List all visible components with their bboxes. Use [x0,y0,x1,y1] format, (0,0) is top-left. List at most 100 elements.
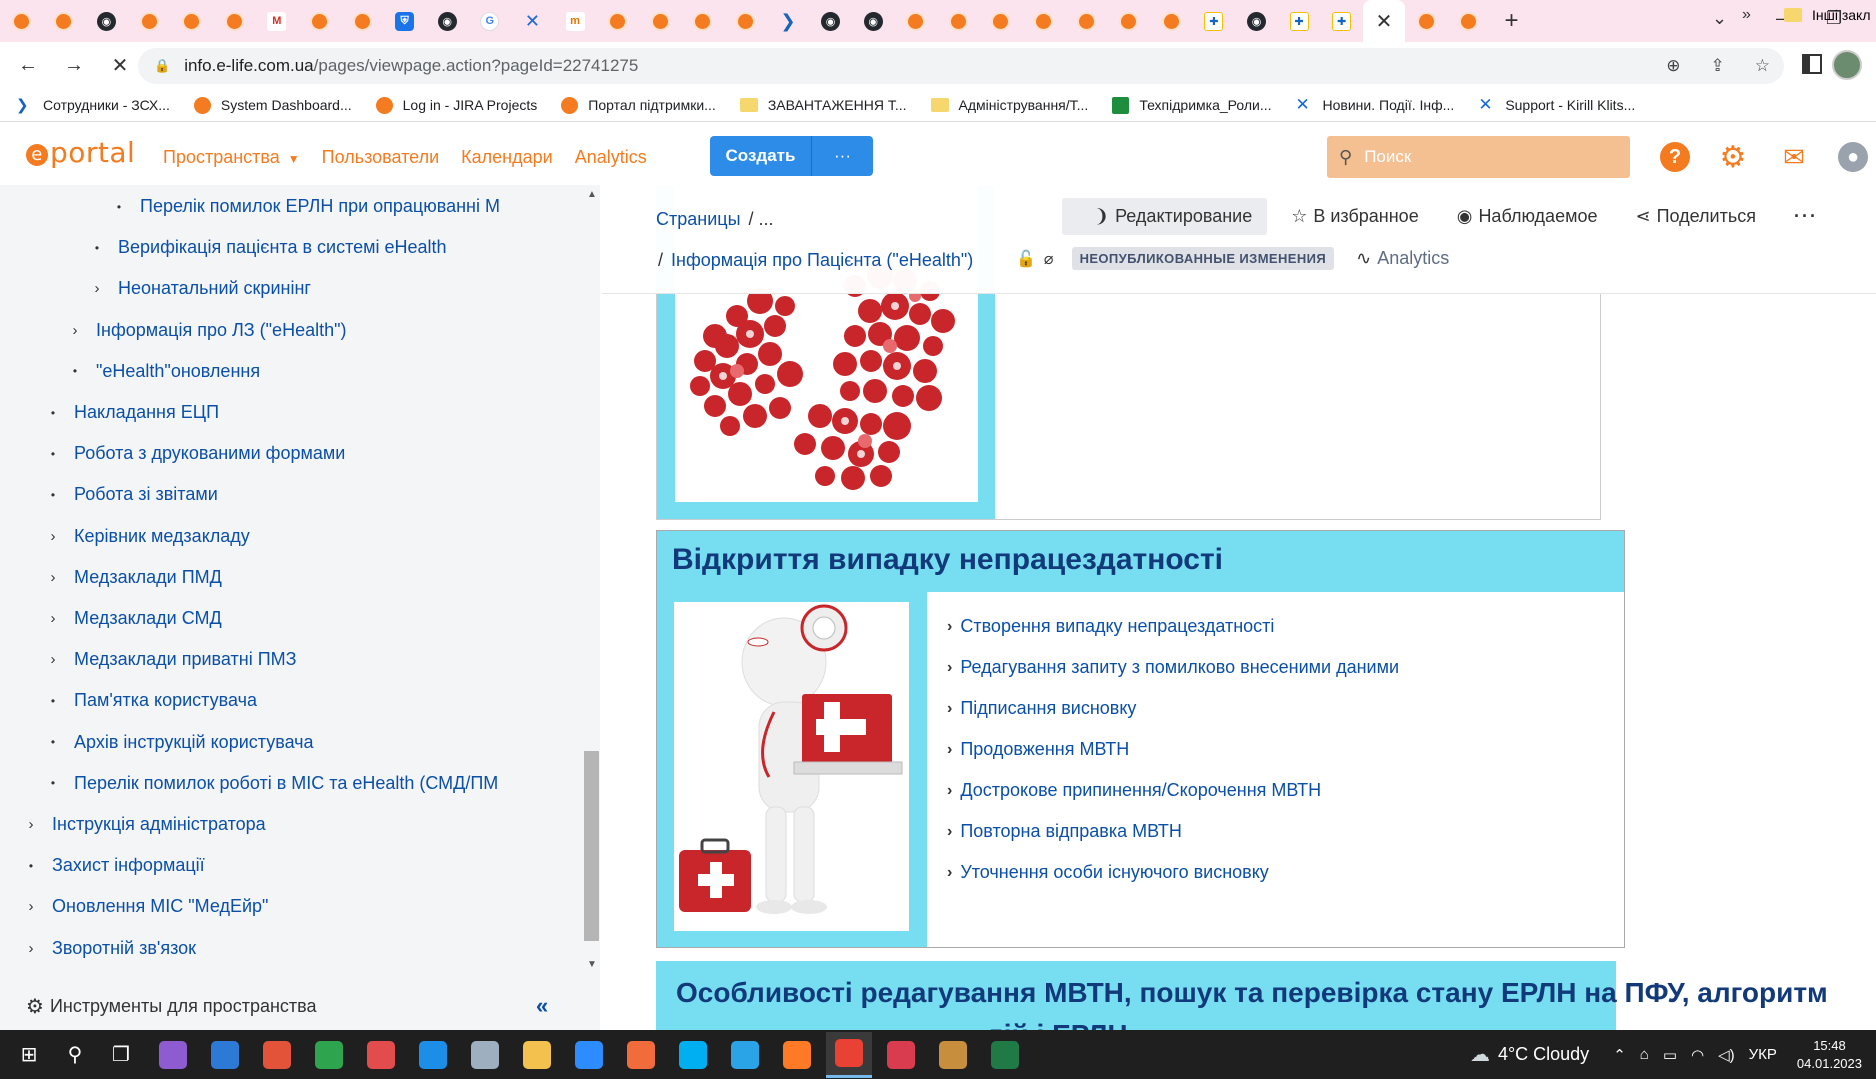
sidebar-tree-item[interactable]: › Керівник медзакладу [44,526,250,547]
browser-tab[interactable] [341,0,384,42]
sidebar-tree-item[interactable]: › Медзаклади СМД [44,608,222,629]
bookmark-item[interactable]: System Dashboard... [193,96,352,114]
sidebar-scrollbar[interactable]: ▲ ▼ [582,185,600,975]
browser-tab[interactable] [298,0,341,42]
section-link[interactable]: › Повторна відправка МВТН [947,811,1399,852]
feather-app-icon[interactable] [150,1032,196,1078]
network-icon[interactable]: ⌂ [1640,1046,1649,1063]
sidebar-tree-item[interactable]: • Верифікація пацієнта в системі eHealth [88,237,447,258]
app-icon[interactable] [254,1032,300,1078]
sidebar-tree-item[interactable]: › Інформація про ЛЗ ("eHealth") [66,320,347,341]
sidebar-tree-item[interactable]: › Медзаклади приватні ПМЗ [44,649,297,670]
nav-calendars[interactable]: Календари [461,147,553,168]
app-icon[interactable] [878,1032,924,1078]
browser-tab[interactable] [0,0,43,42]
skype-icon[interactable] [670,1032,716,1078]
settings-gear-icon[interactable]: ⚙ [1718,141,1748,174]
weather-widget[interactable]: 4°C Cloudy [1498,1044,1589,1065]
sidebar-tree-item[interactable]: • Архів інструкцій користувача [44,732,314,753]
app-icon[interactable] [202,1032,248,1078]
unpublished-changes-badge[interactable]: НЕОПУБЛИКОВАННЫЕ ИЗМЕНЕНИЯ [1071,247,1335,270]
browser-tab[interactable]: ◉ [426,0,469,42]
sidebar-tree-item[interactable]: › Медзаклади ПМД [44,567,222,588]
chevron-right-icon[interactable]: › [22,940,40,957]
section-link[interactable]: › Продовження МВТН [947,729,1399,770]
browser-tab[interactable]: ✚ [1278,0,1321,42]
file-explorer-icon[interactable] [514,1032,560,1078]
browser-tab[interactable] [213,0,256,42]
bookmark-item[interactable]: ✕ Новини. Події. Інф... [1296,95,1455,114]
browser-tab[interactable] [1405,0,1448,42]
eportal-logo[interactable]: e portal [26,136,135,169]
back-button[interactable]: ← [8,54,48,77]
browser-tab[interactable]: ✚ [1193,0,1236,42]
section-link[interactable]: › Створення випадку непрацездатності [947,606,1399,647]
battery-icon[interactable]: ▭ [1663,1046,1677,1064]
bookmark-item[interactable]: Адміністрування/Т... [930,97,1088,113]
task-view-icon[interactable]: ❐ [98,1032,144,1078]
active-tab-close-button[interactable]: ✕ [1363,0,1405,42]
browser-tab[interactable]: ✚ [1320,0,1363,42]
browser-tab[interactable]: ❯ [767,0,810,42]
search-box[interactable]: ⚲ [1327,136,1630,178]
space-tools[interactable]: ⚙ Инструменты для пространства [26,994,317,1019]
bookmark-item[interactable]: ❯ Сотрудники - ЗСХ... [16,97,170,114]
stop-loading-button[interactable]: ✕ [100,53,140,78]
zoom-icon[interactable]: ⊕ [1666,56,1680,76]
watch-button[interactable]: ◉ Наблюдаемое [1457,206,1598,227]
browser-tab[interactable] [43,0,86,42]
lock-icon[interactable]: 🔒 [154,58,170,74]
app-icon[interactable] [618,1032,664,1078]
browser-tab[interactable]: M [256,0,299,42]
chevron-right-icon[interactable]: › [44,651,62,668]
sidebar-tree-item[interactable]: › Оновлення МІС "МедЕйр" [22,896,269,917]
section-link[interactable]: › Редагування запиту з помилково внесеним… [947,647,1399,688]
browser-tab[interactable] [682,0,725,42]
scrollbar-thumb[interactable] [584,751,599,941]
browser-tab[interactable] [1448,0,1491,42]
browser-tab[interactable]: ◉ [85,0,128,42]
section-link[interactable]: › Уточнення особи існуючого висновку [947,852,1399,893]
browser-tab[interactable]: m [554,0,597,42]
chrome-icon[interactable] [826,1031,872,1078]
bookmark-star-icon[interactable]: ☆ [1755,56,1770,76]
sidebar-tree-item[interactable]: • Захист інформації [22,855,205,876]
breadcrumb-current-page[interactable]: Інформація про Пацієнта ("eHealth") [671,250,973,270]
volume-icon[interactable]: ◁) [1718,1046,1735,1064]
sidebar-tree-item[interactable]: • Робота зі звітами [44,484,218,505]
help-icon[interactable]: ? [1660,142,1690,172]
tab-search-icon[interactable]: ⌄ [1712,8,1727,29]
browser-tab[interactable] [170,0,213,42]
sidebar-tree-item[interactable]: › Інструкція адміністратора [22,814,266,835]
firefox-icon[interactable] [774,1032,820,1078]
browser-tab[interactable] [596,0,639,42]
browser-tab[interactable] [1065,0,1108,42]
browser-tab[interactable]: G [469,0,512,42]
teamviewer-icon[interactable] [410,1032,456,1078]
sidebar-tree-item[interactable]: • Перелік помилок роботі в МІС та eHealth… [44,773,498,794]
browser-tab[interactable] [1107,0,1150,42]
bookmark-item[interactable]: ЗАВАНТАЖЕННЯ Т... [739,97,907,113]
nav-people[interactable]: Пользователи [322,147,439,168]
scroll-down-arrow-icon[interactable]: ▼ [587,959,597,970]
section-link[interactable]: › Підписання висновку [947,688,1399,729]
breadcrumb-pages[interactable]: Страницы [656,209,741,229]
bookmarks-overflow-button[interactable]: » [1742,6,1751,24]
browser-tab[interactable]: ✕ [511,0,554,42]
sidebar-tree-item[interactable]: • Перелік помилок ЕРЛН при опрацюванні М [110,196,500,217]
browser-tab[interactable]: ◉ [809,0,852,42]
create-button[interactable]: Создать [710,136,811,176]
browser-tab[interactable] [1150,0,1193,42]
zoom-icon[interactable] [566,1032,612,1078]
sidebar-tree-item[interactable]: › Неонатальний скринінг [88,278,311,299]
browser-tab[interactable] [639,0,682,42]
breadcrumb-ellipsis[interactable]: ... [759,209,774,229]
browser-tab[interactable]: ◉ [1235,0,1278,42]
clock[interactable]: 15:48 04.01.2023 [1797,1037,1862,1073]
app-icon[interactable] [306,1032,352,1078]
nav-analytics[interactable]: Analytics [575,147,647,168]
anydesk-icon[interactable] [358,1032,404,1078]
browser-tab[interactable]: ⛨ [383,0,426,42]
browser-tab[interactable] [128,0,171,42]
edge-icon[interactable] [722,1032,768,1078]
